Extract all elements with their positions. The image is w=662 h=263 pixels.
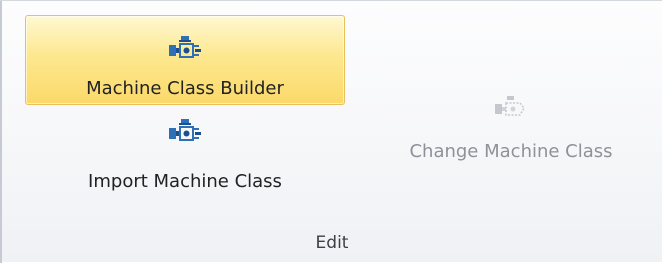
machine-class-icon	[169, 36, 201, 58]
machine-class-builder-label: Machine Class Builder	[86, 78, 284, 99]
group-divider	[0, 1, 2, 263]
machine-class-icon	[169, 119, 201, 141]
change-machine-class-label: Change Machine Class	[409, 141, 613, 162]
ribbon-group-edit: Machine Class Builder Import Machine Cla…	[0, 0, 662, 263]
machine-class-icon	[495, 96, 525, 116]
group-caption-edit: Edit	[315, 233, 349, 253]
import-machine-class-button[interactable]: Import Machine Class	[25, 109, 345, 203]
change-machine-class-button[interactable]: Change Machine Class	[380, 81, 642, 173]
import-machine-class-label: Import Machine Class	[88, 171, 282, 192]
machine-class-builder-button[interactable]: Machine Class Builder	[25, 15, 345, 105]
